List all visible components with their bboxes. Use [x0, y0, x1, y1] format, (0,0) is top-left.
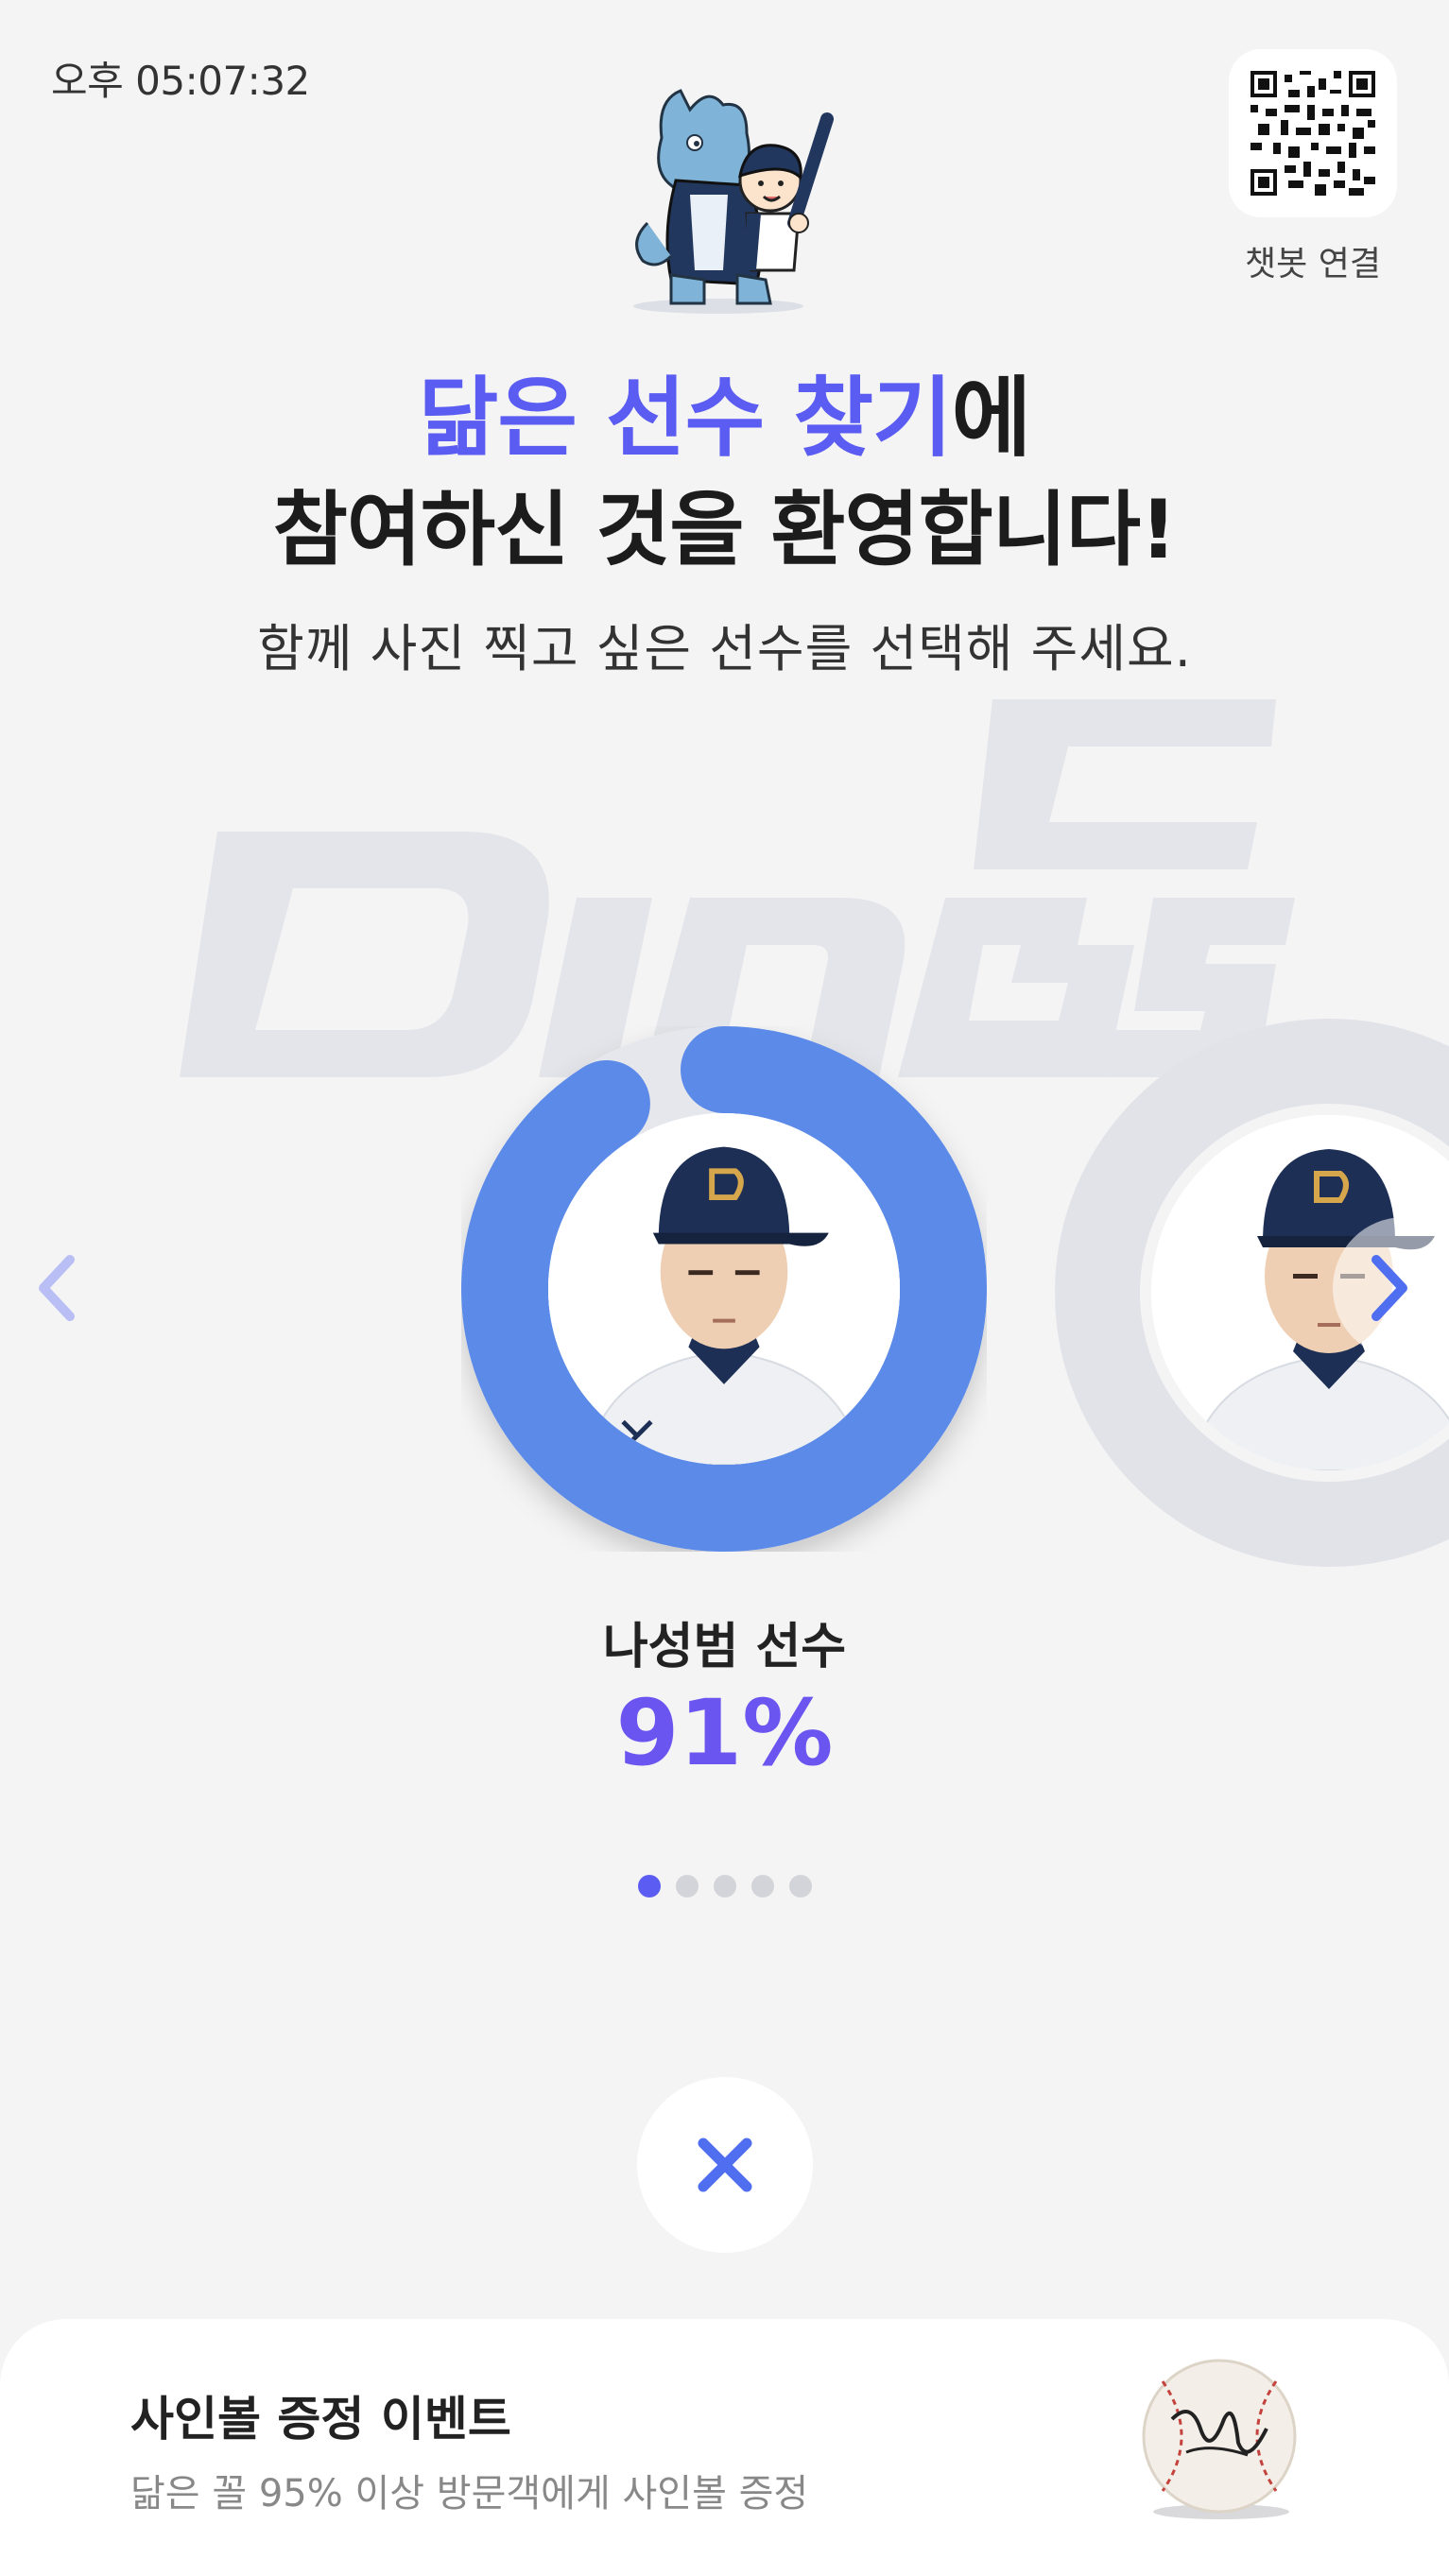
title-highlight: 닮은 선수 찾기 — [418, 368, 953, 469]
player-name: 나성범 선수 — [602, 1619, 847, 1675]
close-button[interactable] — [637, 2077, 813, 2253]
carousel-next-button[interactable] — [1333, 1217, 1449, 1359]
pagination-dot[interactable] — [788, 1875, 812, 1898]
chatbot-link-label: 챗봇 연결 — [1245, 245, 1381, 283]
pagination-dot[interactable] — [750, 1875, 774, 1898]
kiosk-screen: 오후 05:07:32 챗봇 연결 닮은 선수 찾기에 참여하신 것을 환영합니… — [0, 0, 1449, 2576]
pagination-dot[interactable] — [675, 1875, 699, 1898]
carousel-prev-button[interactable] — [0, 1208, 113, 1368]
signed-baseball-image — [1142, 2359, 1297, 2519]
clock: 오후 05:07:32 — [51, 58, 310, 104]
title-suffix: 에 — [951, 368, 1032, 469]
chevron-left-icon — [39, 1255, 75, 1321]
qr-code-icon — [1251, 71, 1375, 196]
pagination-dot[interactable] — [713, 1875, 736, 1898]
pagination-dot[interactable] — [637, 1875, 661, 1898]
page-title-line2: 참여하신 것을 환영합니다! — [272, 483, 1177, 577]
event-description: 닮은 꼴 95% 이상 방문객에게 사인볼 증정 — [130, 2472, 809, 2516]
current-player-photo[interactable] — [548, 1113, 900, 1465]
page-subtitle: 함께 사진 찍고 싶은 선수를 선택해 주세요. — [257, 619, 1192, 678]
carousel-pagination — [0, 1875, 1449, 1898]
close-icon — [698, 2138, 752, 2192]
player-portrait — [548, 1113, 900, 1465]
event-title: 사인볼 증정 이벤트 — [130, 2392, 511, 2447]
chevron-right-icon — [1371, 1255, 1407, 1321]
mascot-illustration — [633, 89, 834, 314]
similarity-percent: 91% — [615, 1680, 834, 1786]
chatbot-qr-button[interactable] — [1229, 49, 1397, 217]
page-title: 닮은 선수 찾기에 — [0, 348, 1449, 473]
